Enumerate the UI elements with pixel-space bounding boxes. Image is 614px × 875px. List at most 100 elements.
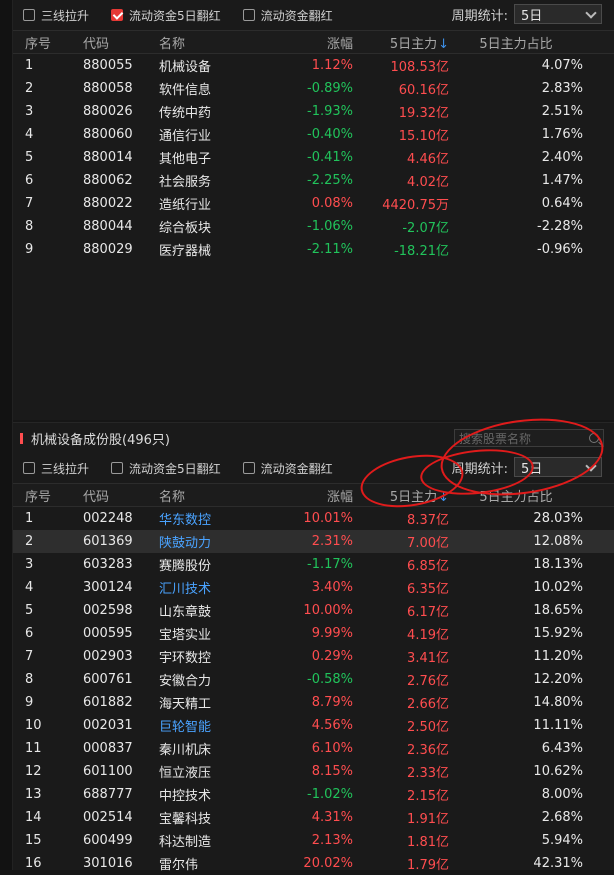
table-row[interactable]: 15 600499 科达制造 2.13% 1.81亿 5.94%	[13, 829, 614, 852]
table-row[interactable]: 11 000837 秦川机床 6.10% 2.36亿 6.43%	[13, 737, 614, 760]
checkbox-flow-red[interactable]: 流动资金翻红	[242, 7, 333, 24]
main-flow: -2.07亿	[402, 221, 449, 236]
checkbox-flow-red[interactable]: 流动资金翻红	[242, 460, 333, 477]
table-row[interactable]: 1 002248 华东数控 10.01% 8.37亿 28.03%	[13, 507, 614, 530]
stock-code: 880029	[83, 242, 133, 257]
table-row[interactable]: 6 000595 宝塔实业 9.99% 4.19亿 15.92%	[13, 622, 614, 645]
stock-code: 601369	[83, 534, 133, 549]
table-row[interactable]: 2 601369 陕鼓动力 2.31% 7.00亿 12.08%	[13, 530, 614, 553]
table-row[interactable]: 3 880026 传统中药 -1.93% 19.32亿 2.51%	[13, 100, 614, 123]
stock-code: 002903	[83, 649, 133, 664]
col-change[interactable]: 涨幅	[289, 486, 353, 505]
main-ratio: 12.08%	[533, 534, 583, 549]
stock-code: 002514	[83, 810, 133, 825]
table-row[interactable]: 4 880060 通信行业 -0.40% 15.10亿 1.76%	[13, 123, 614, 146]
stock-name: 医疗器械	[159, 244, 212, 259]
stock-code: 601100	[83, 764, 133, 779]
checkbox-box-checked[interactable]	[111, 9, 124, 21]
checkbox-box[interactable]	[111, 462, 124, 474]
col-name[interactable]: 名称	[149, 486, 289, 505]
constituents-table-body: 1 002248 华东数控 10.01% 8.37亿 28.03% 2 601369 陕鼓动力 2…	[13, 507, 614, 875]
table-row[interactable]: 5 002598 山东章鼓 10.00% 6.17亿 18.65%	[13, 599, 614, 622]
checkbox-box[interactable]	[242, 462, 255, 474]
row-index: 15	[25, 833, 42, 848]
constituents-title: 机械设备成份股(496只)	[31, 432, 170, 448]
checkbox-three-line[interactable]: 三线拉升	[23, 7, 89, 24]
period-label: 周期统计:	[451, 8, 508, 24]
change-pct: -1.02%	[307, 787, 353, 802]
stock-name: 宝馨科技	[159, 812, 212, 827]
main-flow: 2.36亿	[407, 743, 449, 758]
table-row[interactable]: 8 600761 安徽合力 -0.58% 2.76亿 12.20%	[13, 668, 614, 691]
row-index: 8	[25, 672, 34, 687]
main-ratio: 1.47%	[541, 173, 583, 188]
checkbox-box[interactable]	[23, 462, 35, 474]
change-pct: -1.17%	[307, 557, 353, 572]
change-pct: 10.00%	[303, 603, 353, 618]
table-row[interactable]: 7 002903 宇环数控 0.29% 3.41亿 11.20%	[13, 645, 614, 668]
table-row[interactable]: 10 002031 巨轮智能 4.56% 2.50亿 11.11%	[13, 714, 614, 737]
stock-name: 宇环数控	[159, 651, 212, 666]
table-row[interactable]: 8 880044 综合板块 -1.06% -2.07亿 -2.28%	[13, 215, 614, 238]
col-idx[interactable]: 序号	[13, 486, 59, 505]
table-row[interactable]: 4 300124 汇川技术 3.40% 6.35亿 10.02%	[13, 576, 614, 599]
table-row[interactable]: 7 880022 造纸行业 0.08% 4420.75万 0.64%	[13, 192, 614, 215]
change-pct: 2.31%	[311, 534, 353, 549]
row-index: 6	[25, 173, 34, 188]
col-change[interactable]: 涨幅	[289, 33, 353, 52]
checkbox-label: 流动资金翻红	[260, 461, 333, 476]
checkbox-three-line[interactable]: 三线拉升	[23, 460, 89, 477]
table-row[interactable]: 13 688777 中控技术 -1.02% 2.15亿 8.00%	[13, 783, 614, 806]
change-pct: -1.06%	[307, 219, 353, 234]
change-pct: 9.99%	[311, 626, 353, 641]
stock-name: 巨轮智能	[159, 720, 212, 735]
col-idx[interactable]: 序号	[13, 33, 59, 52]
table-row[interactable]: 16 301016 雷尔伟 20.02% 1.79亿 42.31%	[13, 852, 614, 875]
sector-panel: 三线拉升 流动资金5日翻红 流动资金翻红 周期统计: 5日 序号 代码 名称 涨…	[13, 0, 614, 420]
change-pct: 0.29%	[311, 649, 353, 664]
sector-table-body: 1 880055 机械设备 1.12% 108.53亿 4.07% 2 880058 软件信息 -…	[13, 54, 614, 261]
col-code[interactable]: 代码	[59, 33, 149, 52]
stock-name: 宝塔实业	[159, 628, 212, 643]
table-row[interactable]: 2 880058 软件信息 -0.89% 60.16亿 2.83%	[13, 77, 614, 100]
main-ratio: -2.28%	[537, 219, 583, 234]
sector-table-header: 序号 代码 名称 涨幅 5日主力↓ 5日主力占比	[13, 30, 614, 54]
main-ratio: 2.40%	[541, 150, 583, 165]
period-dropdown[interactable]: 5日	[514, 4, 602, 24]
table-row[interactable]: 14 002514 宝馨科技 4.31% 1.91亿 2.68%	[13, 806, 614, 829]
col-main-ratio[interactable]: 5日主力占比	[449, 33, 583, 52]
left-strip	[0, 0, 13, 870]
stock-code: 880058	[83, 81, 133, 96]
main-ratio: 18.65%	[533, 603, 583, 618]
row-index: 3	[25, 557, 34, 572]
table-row[interactable]: 5 880014 其他电子 -0.41% 4.46亿 2.40%	[13, 146, 614, 169]
main-flow: 15.10亿	[398, 129, 449, 144]
checkbox-box[interactable]	[242, 9, 255, 21]
checkbox-box[interactable]	[23, 9, 35, 21]
table-row[interactable]: 1 880055 机械设备 1.12% 108.53亿 4.07%	[13, 54, 614, 77]
chevron-down-icon	[585, 6, 597, 19]
stock-name: 造纸行业	[159, 198, 212, 213]
col-main-flow[interactable]: 5日主力↓	[353, 33, 449, 52]
stock-name: 综合板块	[159, 221, 212, 236]
table-row[interactable]: 6 880062 社会服务 -2.25% 4.02亿 1.47%	[13, 169, 614, 192]
main-ratio: 2.51%	[541, 104, 583, 119]
table-row[interactable]: 9 601882 海天精工 8.79% 2.66亿 14.80%	[13, 691, 614, 714]
stock-name: 雷尔伟	[159, 858, 199, 873]
checkbox-flow-5d-red[interactable]: 流动资金5日翻红	[111, 460, 221, 477]
stock-code: 880055	[83, 58, 133, 73]
table-row[interactable]: 3 603283 赛腾股份 -1.17% 6.85亿 18.13%	[13, 553, 614, 576]
stock-name: 山东章鼓	[159, 605, 212, 620]
stock-code: 000837	[83, 741, 133, 756]
checkbox-flow-5d-red[interactable]: 流动资金5日翻红	[111, 7, 221, 24]
change-pct: -2.25%	[307, 173, 353, 188]
stock-code: 002598	[83, 603, 133, 618]
main-ratio: 14.80%	[533, 695, 583, 710]
table-row[interactable]: 9 880029 医疗器械 -2.11% -18.21亿 -0.96%	[13, 238, 614, 261]
main-flow: -18.21亿	[394, 244, 449, 259]
row-index: 7	[25, 649, 34, 664]
col-name[interactable]: 名称	[149, 33, 289, 52]
table-row[interactable]: 12 601100 恒立液压 8.15% 2.33亿 10.62%	[13, 760, 614, 783]
main-ratio: 12.20%	[533, 672, 583, 687]
col-code[interactable]: 代码	[59, 486, 149, 505]
